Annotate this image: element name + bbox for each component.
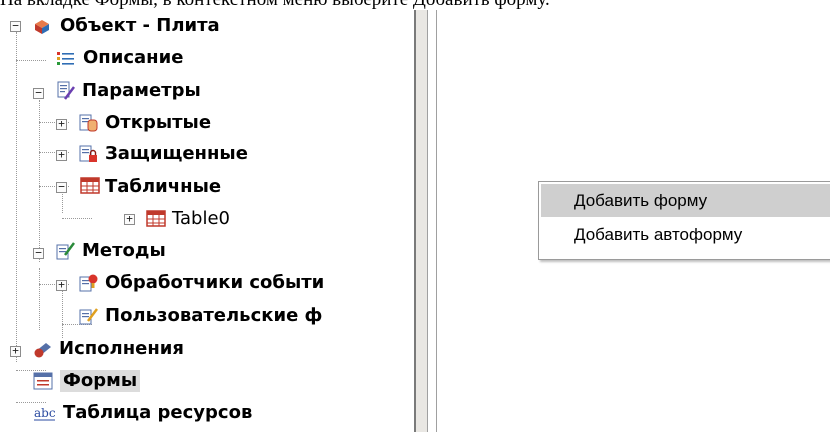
table-icon bbox=[80, 177, 100, 194]
tree-node-protected[interactable]: + Защищенные bbox=[0, 140, 400, 170]
tree-node-parameters[interactable]: − Параметры bbox=[0, 77, 400, 107]
tree-node-open[interactable]: + Открытые bbox=[0, 109, 400, 139]
tree-label-resources: Таблица ресурсов bbox=[63, 402, 253, 423]
tree-label-root: Объект - Плита bbox=[60, 15, 220, 36]
tree-node-root[interactable]: − Объект - Плита bbox=[0, 10, 400, 40]
tree-label-table0: Table0 bbox=[172, 208, 230, 229]
menu-item-add-form[interactable]: Добавить форму bbox=[541, 184, 830, 217]
menu-item-add-autoform[interactable]: Добавить автоформу bbox=[541, 218, 830, 251]
tree-node-user-functions[interactable]: Пользовательские ф bbox=[0, 303, 415, 333]
splitter-edge bbox=[427, 10, 428, 432]
tree-label-forms: Формы bbox=[60, 370, 141, 392]
tree-label-methods: Методы bbox=[82, 240, 166, 261]
tree-node-description[interactable]: Описание bbox=[0, 44, 400, 74]
form-area-border bbox=[436, 10, 437, 432]
context-menu: Добавить форму Добавить автоформу bbox=[538, 181, 830, 260]
user-function-icon bbox=[79, 308, 98, 325]
table-icon bbox=[146, 210, 166, 227]
tree-node-methods[interactable]: − Методы bbox=[0, 238, 400, 268]
tree-node-executions[interactable]: + Исполнения bbox=[0, 336, 400, 366]
abc-resource-icon: abc bbox=[34, 406, 56, 421]
tree-label-event-handlers: Обработчики событи bbox=[105, 272, 325, 293]
collapse-icon[interactable]: − bbox=[33, 87, 44, 99]
instruction-caption: На вкладке Формы, в контекстном меню выб… bbox=[0, 0, 830, 10]
hand-document-icon bbox=[79, 114, 98, 132]
tree-node-table[interactable]: − Табличные bbox=[0, 173, 400, 203]
tree-label-table: Табличные bbox=[105, 176, 222, 197]
tree-label-parameters: Параметры bbox=[82, 80, 201, 101]
collapse-icon[interactable]: − bbox=[56, 181, 67, 193]
execution-icon bbox=[34, 343, 51, 358]
tree-label-open: Открытые bbox=[105, 112, 212, 133]
object-cube-icon bbox=[35, 20, 49, 34]
tree-node-forms[interactable]: Формы bbox=[0, 367, 400, 397]
form-icon bbox=[33, 372, 53, 390]
expand-icon[interactable]: + bbox=[56, 118, 67, 130]
tree-node-resources[interactable]: abc Таблица ресурсов bbox=[0, 399, 400, 429]
tree-label-user-functions: Пользовательские ф bbox=[105, 305, 323, 326]
parameters-icon bbox=[57, 81, 75, 100]
expand-icon[interactable]: + bbox=[10, 345, 21, 357]
splitter[interactable] bbox=[416, 10, 427, 432]
tree-label-executions: Исполнения bbox=[59, 338, 184, 359]
expand-icon[interactable]: + bbox=[56, 149, 67, 161]
tree-label-description: Описание bbox=[83, 47, 184, 68]
object-tree[interactable]: − Объект - Плита Описание − Параметры + bbox=[0, 10, 415, 432]
svg-text:abc: abc bbox=[34, 406, 56, 420]
expand-icon[interactable]: + bbox=[124, 213, 135, 225]
collapse-icon[interactable]: − bbox=[10, 20, 21, 32]
tree-node-table0[interactable]: + Table0 bbox=[0, 206, 400, 236]
expand-icon[interactable]: + bbox=[56, 279, 67, 291]
lock-document-icon bbox=[79, 145, 97, 162]
event-handler-icon bbox=[79, 274, 98, 292]
tree-label-protected: Защищенные bbox=[105, 143, 248, 164]
list-icon bbox=[57, 52, 74, 65]
tree-node-event-handlers[interactable]: + Обработчики событи bbox=[0, 270, 415, 300]
methods-icon bbox=[56, 242, 75, 260]
collapse-icon[interactable]: − bbox=[33, 247, 44, 259]
